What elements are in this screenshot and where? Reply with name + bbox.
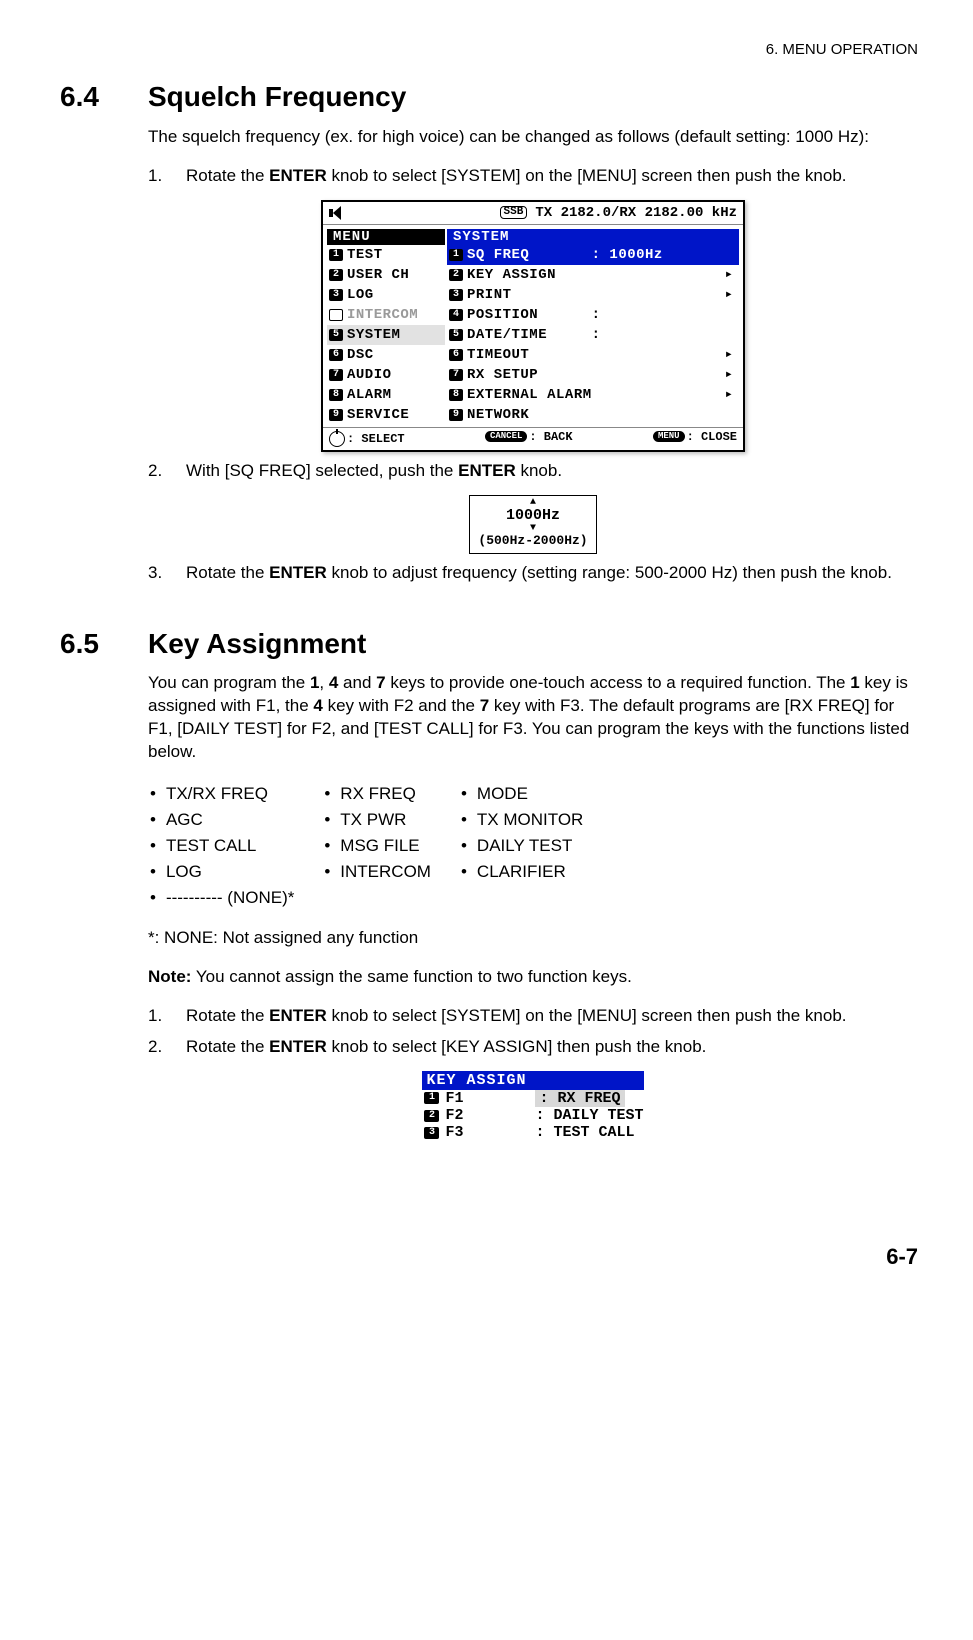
freq-value: 1000Hz	[478, 508, 587, 525]
note-line: Note: You cannot assign the same functio…	[148, 966, 918, 989]
function-item: ---------- (NONE)*	[148, 887, 294, 910]
system-item: PRINT	[467, 288, 512, 302]
menu-pill: MENU	[653, 431, 685, 442]
menu-item: ALARM	[347, 388, 392, 402]
submenu-arrow-icon: ▸	[725, 268, 739, 282]
menu-item: SERVICE	[347, 408, 409, 422]
freq-range: (500Hz-2000Hz)	[478, 534, 587, 548]
chapter-header: 6. MENU OPERATION	[60, 40, 918, 60]
system-item: NETWORK	[467, 408, 529, 422]
step-2: 2. Rotate the ENTER knob to select [KEY …	[148, 1036, 918, 1059]
cancel-pill: CANCEL	[485, 431, 527, 442]
function-item: MSG FILE	[322, 835, 431, 858]
intro-text: You can program the 1, 4 and 7 keys to p…	[148, 672, 918, 764]
submenu-arrow-icon: ▸	[725, 348, 739, 362]
menu-item: LOG	[347, 288, 374, 302]
key-assign-value: : DAILY TEST	[535, 1107, 643, 1124]
speaker-icon	[329, 206, 345, 220]
system-item: TIMEOUT	[467, 348, 529, 362]
function-item: TX PWR	[322, 809, 431, 832]
system-item: EXTERNAL ALARM	[467, 388, 592, 402]
section-number: 6.5	[60, 625, 148, 663]
menu-item: TEST	[347, 248, 383, 262]
freq-adjust-figure: ▲ 1000Hz ▼ (500Hz-2000Hz)	[469, 495, 596, 554]
step-3: 3. Rotate the ENTER knob to adjust frequ…	[148, 562, 918, 585]
submenu-arrow-icon: ▸	[725, 368, 739, 382]
system-header: SYSTEM	[447, 229, 739, 245]
menu-item: SYSTEM	[347, 328, 400, 342]
section-title: Squelch Frequency	[148, 78, 406, 116]
section-6-5: 6.5 Key Assignment You can program the 1…	[60, 625, 918, 1142]
submenu-arrow-icon: ▸	[725, 388, 739, 402]
page-number: 6-7	[60, 1242, 918, 1272]
system-item: SQ FREQ : 1000Hz	[467, 248, 663, 262]
function-list: TX/RX FREQ AGC TEST CALL LOG ---------- (NON…	[148, 780, 918, 913]
function-item: LOG	[148, 861, 294, 884]
function-item: INTERCOM	[322, 861, 431, 884]
system-item: POSITION :	[467, 308, 601, 322]
lcd-menu-figure: SSB TX 2182.0/RX 2182.00 kHz MENU 1TEST2…	[321, 200, 745, 452]
system-item: DATE/TIME :	[467, 328, 601, 342]
function-item: TX/RX FREQ	[148, 783, 294, 806]
submenu-arrow-icon: ▸	[725, 288, 739, 302]
menu-item: USER CH	[347, 268, 409, 282]
key-assign-header: KEY ASSIGN	[422, 1071, 643, 1090]
intro-text: The squelch frequency (ex. for high voic…	[148, 126, 918, 149]
function-item: TEST CALL	[148, 835, 294, 858]
system-item: KEY ASSIGN	[467, 268, 556, 282]
menu-item: AUDIO	[347, 368, 392, 382]
mode-badge: SSB	[500, 206, 528, 219]
section-title: Key Assignment	[148, 625, 366, 663]
menu-item: DSC	[347, 348, 374, 362]
function-item: RX FREQ	[322, 783, 431, 806]
key-assign-figure: KEY ASSIGN 1F1: RX FREQ2F2: DAILY TEST3F…	[422, 1071, 643, 1142]
step-1: 1. Rotate the ENTER knob to select [SYST…	[148, 1005, 918, 1028]
step-1: 1. Rotate the ENTER knob to select [SYST…	[148, 165, 918, 188]
function-item: DAILY TEST	[459, 835, 583, 858]
key-assign-value: : TEST CALL	[535, 1124, 634, 1141]
function-item: TX MONITOR	[459, 809, 583, 832]
menu-item: INTERCOM	[347, 308, 418, 322]
key-assign-value: : RX FREQ	[535, 1090, 624, 1107]
step-2: 2. With [SQ FREQ] selected, push the ENT…	[148, 460, 918, 483]
menu-header: MENU	[327, 229, 445, 245]
function-item: MODE	[459, 783, 583, 806]
system-item: RX SETUP	[467, 368, 538, 382]
freq-readout: TX 2182.0/RX 2182.00 kHz	[535, 206, 737, 220]
function-item: AGC	[148, 809, 294, 832]
footnote-none: *: NONE: Not assigned any function	[148, 927, 918, 950]
function-item: CLARIFIER	[459, 861, 583, 884]
section-6-4: 6.4 Squelch Frequency The squelch freque…	[60, 78, 918, 584]
knob-icon	[329, 431, 345, 447]
section-number: 6.4	[60, 78, 148, 116]
